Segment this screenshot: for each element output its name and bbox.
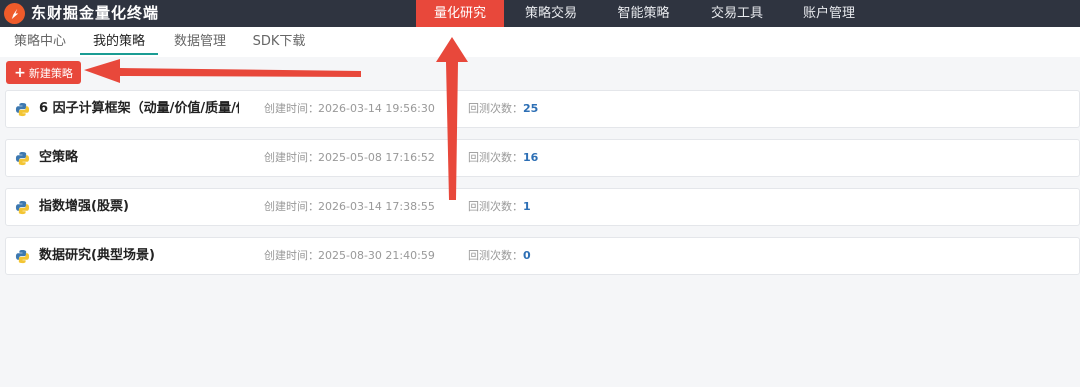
tab-strategy-center[interactable]: 策略中心	[13, 27, 67, 57]
python-icon	[15, 200, 30, 215]
nav-strategy-trading[interactable]: 策略交易	[504, 0, 598, 27]
lightning-logo-icon	[4, 3, 25, 24]
tab-sdk-download[interactable]: SDK下载	[252, 27, 306, 57]
created-time: 2026-03-14 19:56:30	[318, 102, 435, 115]
new-strategy-button[interactable]: + 新建策略	[6, 61, 81, 84]
created-time: 2026-03-14 17:38:55	[318, 200, 435, 213]
created-label: 创建时间：	[264, 151, 319, 164]
new-strategy-label: 新建策略	[28, 66, 73, 80]
backtest-count: 1	[523, 200, 531, 213]
nav-quant-research[interactable]: 量化研究	[416, 0, 504, 27]
created-label: 创建时间：	[264, 102, 319, 115]
arrow-left-annotation	[84, 59, 361, 83]
backtest-count: 0	[523, 249, 531, 262]
strategy-name: 空策略	[39, 150, 79, 165]
python-icon	[15, 249, 30, 264]
strategy-card[interactable]: 空策略 创建时间： 2025-05-08 17:16:52 回测次数： 16	[5, 139, 1080, 177]
strategy-name: 数据研究(典型场景)	[39, 248, 155, 263]
sub-tabs: 策略中心 我的策略 数据管理 SDK下载	[0, 27, 1080, 57]
backtest-count: 25	[523, 102, 539, 115]
main-nav: 量化研究 策略交易 智能策略 交易工具 账户管理	[416, 0, 873, 27]
created-time: 2025-08-30 21:40:59	[318, 249, 435, 262]
tab-my-strategies[interactable]: 我的策略	[80, 27, 158, 57]
python-icon	[15, 102, 30, 117]
strategy-name: 6 因子计算框架（动量/价值/质量/低	[39, 101, 239, 116]
created-label: 创建时间：	[264, 249, 319, 262]
nav-smart-strategy[interactable]: 智能策略	[598, 0, 689, 27]
created-label: 创建时间：	[264, 200, 319, 213]
created-time: 2025-05-08 17:16:52	[318, 151, 435, 164]
python-icon	[15, 151, 30, 166]
tab-data-management[interactable]: 数据管理	[173, 27, 227, 57]
app-logo: 东财掘金量化终端	[4, 3, 159, 24]
backtest-label: 回测次数：	[468, 102, 523, 115]
strategy-card[interactable]: 6 因子计算框架（动量/价值/质量/低 创建时间： 2026-03-14 19:…	[5, 90, 1080, 128]
backtest-label: 回测次数：	[468, 249, 523, 262]
top-bar: 东财掘金量化终端 量化研究 策略交易 智能策略 交易工具 账户管理	[0, 0, 1080, 27]
nav-trading-tools[interactable]: 交易工具	[689, 0, 785, 27]
backtest-count: 16	[523, 151, 539, 164]
nav-account-management[interactable]: 账户管理	[785, 0, 873, 27]
strategy-card[interactable]: 指数增强(股票) 创建时间： 2026-03-14 17:38:55 回测次数：…	[5, 188, 1080, 226]
strategy-name: 指数增强(股票)	[39, 199, 129, 214]
plus-icon: +	[14, 64, 26, 81]
strategy-card[interactable]: 数据研究(典型场景) 创建时间： 2025-08-30 21:40:59 回测次…	[5, 237, 1080, 275]
backtest-label: 回测次数：	[468, 151, 523, 164]
app-title: 东财掘金量化终端	[31, 4, 160, 22]
backtest-label: 回测次数：	[468, 200, 523, 213]
